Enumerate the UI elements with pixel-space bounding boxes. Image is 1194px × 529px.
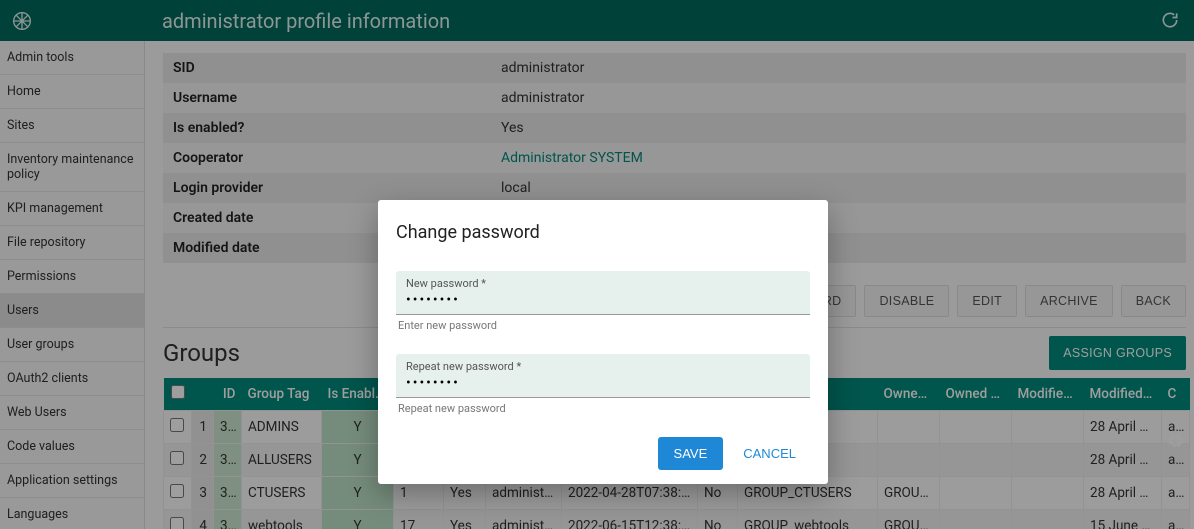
- dialog-actions: SAVE CANCEL: [396, 437, 810, 470]
- new-password-input[interactable]: [406, 292, 800, 308]
- new-password-label: New password *: [406, 277, 800, 290]
- repeat-password-hint: Repeat new password: [396, 402, 810, 415]
- new-password-hint: Enter new password: [396, 319, 810, 332]
- save-button[interactable]: SAVE: [658, 437, 724, 470]
- dialog-title: Change password: [396, 222, 810, 243]
- change-password-dialog: Change password New password * Enter new…: [378, 200, 828, 484]
- new-password-field: New password * Enter new password: [396, 271, 810, 332]
- repeat-password-field: Repeat new password * Repeat new passwor…: [396, 354, 810, 415]
- repeat-password-label: Repeat new password *: [406, 360, 800, 373]
- repeat-password-input[interactable]: [406, 375, 800, 391]
- cancel-button[interactable]: CANCEL: [729, 437, 810, 470]
